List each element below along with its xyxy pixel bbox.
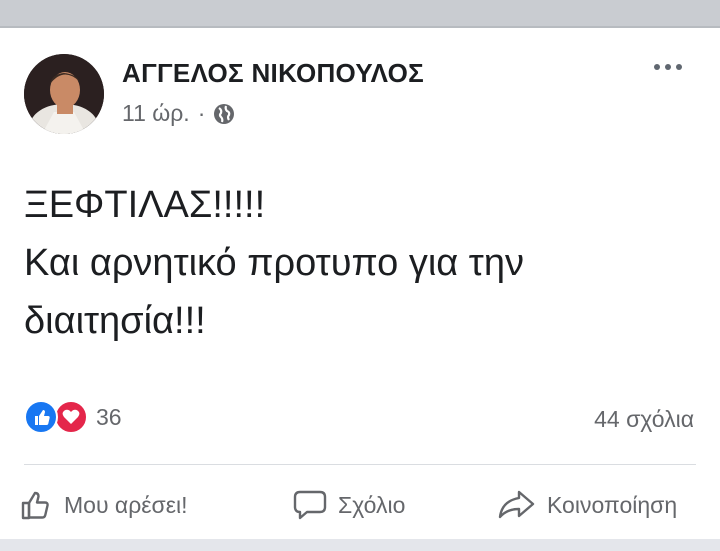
more-dot — [676, 64, 682, 70]
like-label: Μου αρέσει! — [64, 491, 188, 518]
avatar[interactable] — [24, 54, 104, 134]
globe-icon — [213, 103, 235, 125]
like-reaction-icon — [24, 400, 58, 434]
avatar-photo — [24, 54, 104, 134]
more-dot — [665, 64, 671, 70]
share-icon — [498, 490, 535, 519]
post-text-line: διαιτησία!!! — [24, 300, 206, 342]
post-meta: 11 ώρ. · — [122, 100, 235, 127]
meta-separator: · — [197, 100, 206, 126]
more-options-icon[interactable] — [654, 64, 682, 70]
comment-icon — [293, 490, 327, 520]
reactions-summary[interactable]: 36 — [24, 400, 122, 434]
comment-label: Σχόλιο — [338, 491, 406, 518]
bottom-separator — [0, 539, 720, 551]
reaction-icons — [24, 400, 92, 434]
action-bar: Μου αρέσει! Σχόλιο Κοινοποίηση — [0, 480, 720, 536]
reaction-count: 36 — [96, 403, 122, 430]
post-text-line: Και αρνητικό προτυπο για την — [24, 242, 524, 284]
comment-button[interactable]: Σχόλιο — [292, 488, 405, 522]
author-name[interactable]: ΑΓΓΕΛΟΣ ΝΙΚΟΠΟΥΛΟΣ — [122, 58, 424, 89]
like-button[interactable]: Μου αρέσει! — [20, 488, 188, 522]
post-text: ΞΕΦΤΙΛΑΣ!!!!! Και αρνητικό προτυπο για τ… — [24, 176, 704, 350]
share-label: Κοινοποίηση — [547, 491, 678, 518]
love-reaction-icon — [54, 400, 88, 434]
post-timestamp[interactable]: 11 ώρ. — [122, 100, 190, 127]
thumbs-up-icon — [21, 491, 49, 520]
post-text-line: ΞΕΦΤΙΛΑΣ!!!!! — [24, 184, 266, 226]
post-card: ΑΓΓΕΛΟΣ ΝΙΚΟΠΟΥΛΟΣ 11 ώρ. · ΞΕΦΤΙΛΑΣ!!!!… — [0, 28, 720, 551]
share-button[interactable]: Κοινοποίηση — [497, 488, 677, 522]
comments-count[interactable]: 44 σχόλια — [594, 406, 694, 433]
more-dot — [654, 64, 660, 70]
top-separator — [0, 0, 720, 28]
divider — [24, 464, 696, 465]
